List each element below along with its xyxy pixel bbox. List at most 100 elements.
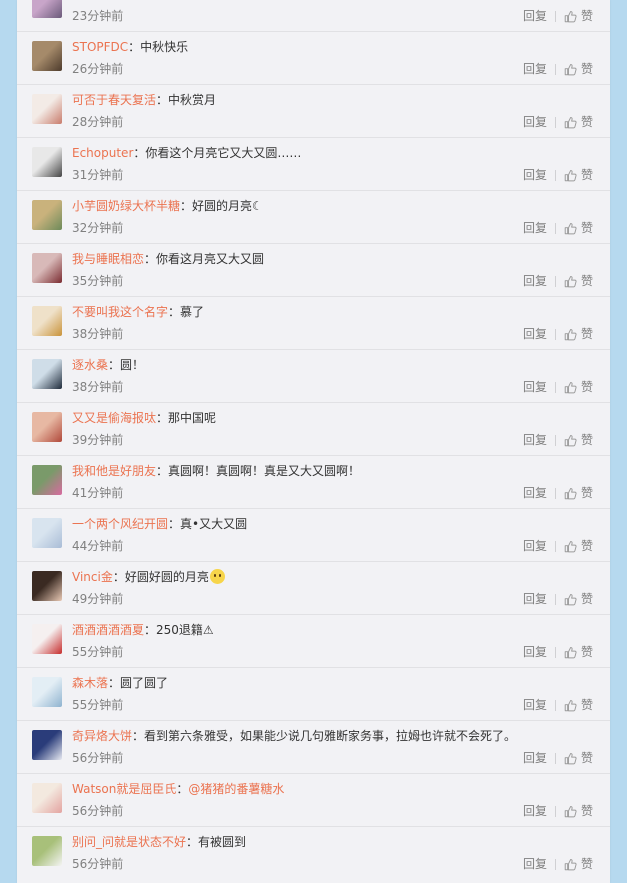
avatar[interactable] bbox=[32, 518, 62, 548]
comment-actions: 回复 赞 bbox=[523, 432, 593, 448]
comment-text: 圆了圆了 bbox=[120, 676, 169, 690]
comment-timestamp: 55分钟前 bbox=[72, 645, 124, 659]
like-button[interactable]: 赞 bbox=[564, 220, 593, 236]
like-button[interactable]: 赞 bbox=[564, 8, 593, 24]
like-button[interactable]: 赞 bbox=[564, 697, 593, 713]
reply-button[interactable]: 回复 bbox=[523, 114, 547, 130]
avatar[interactable] bbox=[32, 253, 62, 283]
reply-button[interactable]: 回复 bbox=[523, 379, 547, 395]
comment-username[interactable]: 小芋圆奶绿大杯半糖 bbox=[72, 199, 180, 213]
comment-username[interactable]: 又又是偷海报呔 bbox=[72, 411, 156, 425]
comment-timestamp: 56分钟前 bbox=[72, 804, 124, 818]
reply-button[interactable]: 回复 bbox=[523, 8, 547, 24]
reply-button[interactable]: 回复 bbox=[523, 167, 547, 183]
like-button[interactable]: 赞 bbox=[564, 114, 593, 130]
like-button[interactable]: 赞 bbox=[564, 485, 593, 501]
reply-button[interactable]: 回复 bbox=[523, 326, 547, 342]
comment-username[interactable]: Echoputer bbox=[72, 146, 133, 160]
avatar[interactable] bbox=[32, 836, 62, 866]
comment-username[interactable]: 别问_问就是状态不好 bbox=[72, 835, 186, 849]
reply-button[interactable]: 回复 bbox=[523, 856, 547, 872]
reply-button[interactable]: 回复 bbox=[523, 644, 547, 660]
comment-text: 那中国呢 bbox=[168, 411, 217, 425]
reply-button[interactable]: 回复 bbox=[523, 750, 547, 766]
thumbs-up-icon bbox=[564, 275, 581, 288]
action-divider bbox=[554, 381, 556, 393]
avatar[interactable] bbox=[32, 359, 62, 389]
comment-text: 中秋赏月 bbox=[168, 93, 217, 107]
like-button[interactable]: 赞 bbox=[564, 803, 593, 819]
reply-button[interactable]: 回复 bbox=[523, 697, 547, 713]
reply-button[interactable]: 回复 bbox=[523, 538, 547, 554]
comment-username[interactable]: Vinci金 bbox=[72, 570, 113, 584]
reply-button[interactable]: 回复 bbox=[523, 485, 547, 501]
avatar[interactable] bbox=[32, 571, 62, 601]
comment-username[interactable]: 我和他是好朋友 bbox=[72, 464, 156, 478]
moon-emoji-icon: ☾ bbox=[252, 199, 263, 213]
like-button[interactable]: 赞 bbox=[564, 644, 593, 660]
avatar[interactable] bbox=[32, 0, 62, 18]
like-label: 赞 bbox=[580, 221, 593, 235]
avatar[interactable] bbox=[32, 783, 62, 813]
comment-item: 森木落：圆了圆了 55分钟前 回复 赞 bbox=[17, 668, 610, 721]
comment-username[interactable]: 不要叫我这个名字 bbox=[72, 305, 168, 319]
avatar[interactable] bbox=[32, 147, 62, 177]
like-button[interactable]: 赞 bbox=[564, 591, 593, 607]
comment-mention[interactable]: @猪猪的番薯糖水 bbox=[188, 782, 284, 796]
comment-username[interactable]: 可否于春天复活 bbox=[72, 93, 156, 107]
comment-username[interactable]: 逐水桑 bbox=[72, 358, 108, 372]
like-label: 赞 bbox=[580, 274, 593, 288]
thumbs-up-icon bbox=[564, 593, 581, 606]
comment-username[interactable]: STOPFDC bbox=[72, 40, 128, 54]
smiley-emoji-icon bbox=[209, 569, 225, 584]
comment-username[interactable]: 酒酒酒酒酒夏 bbox=[72, 623, 144, 637]
avatar[interactable] bbox=[32, 677, 62, 707]
like-button[interactable]: 赞 bbox=[564, 856, 593, 872]
avatar[interactable] bbox=[32, 465, 62, 495]
like-button[interactable]: 赞 bbox=[564, 273, 593, 289]
like-button[interactable]: 赞 bbox=[564, 61, 593, 77]
comment-text: 好圆好圆的月亮 bbox=[124, 570, 209, 584]
avatar[interactable] bbox=[32, 412, 62, 442]
avatar[interactable] bbox=[32, 730, 62, 760]
comment-separator: ： bbox=[112, 570, 125, 584]
comment-actions: 回复 赞 bbox=[523, 538, 593, 554]
reply-button[interactable]: 回复 bbox=[523, 803, 547, 819]
comment-separator: ： bbox=[168, 305, 181, 319]
thumbs-up-icon bbox=[564, 63, 581, 76]
like-label: 赞 bbox=[580, 327, 593, 341]
comment-username[interactable]: Watson就是屈臣氏 bbox=[72, 782, 176, 796]
reply-button[interactable]: 回复 bbox=[523, 432, 547, 448]
comment-actions: 回复 赞 bbox=[523, 326, 593, 342]
like-button[interactable]: 赞 bbox=[564, 432, 593, 448]
avatar[interactable] bbox=[32, 200, 62, 230]
comment-item: Vinci金：好圆好圆的月亮 49分钟前 回复赞 bbox=[17, 562, 610, 615]
avatar[interactable] bbox=[32, 41, 62, 71]
comment-item: 酒酒酒酒酒夏：250退籍⚠ 55分钟前 回复 赞 bbox=[17, 615, 610, 668]
like-button[interactable]: 赞 bbox=[564, 538, 593, 554]
like-label: 赞 bbox=[580, 804, 593, 818]
comment-username[interactable]: 我与睡眠相恋 bbox=[72, 252, 144, 266]
like-button[interactable]: 赞 bbox=[564, 326, 593, 342]
reply-button[interactable]: 回复 bbox=[523, 61, 547, 77]
comment-timestamp: 23分钟前 bbox=[72, 9, 124, 23]
like-button[interactable]: 赞 bbox=[564, 379, 593, 395]
avatar[interactable] bbox=[32, 94, 62, 124]
comment-username[interactable]: 一个两个风纪开圆 bbox=[72, 517, 168, 531]
comment-item: 我和他是好朋友：真圆啊！真圆啊！真是又大又圆啊！ 41分钟前 回复 赞 bbox=[17, 456, 610, 509]
avatar[interactable] bbox=[32, 306, 62, 336]
comment-separator: ： bbox=[108, 358, 121, 372]
comment-username[interactable]: 奇异烙大饼 bbox=[72, 729, 132, 743]
like-button[interactable]: 赞 bbox=[564, 750, 593, 766]
reply-button[interactable]: 回复 bbox=[523, 273, 547, 289]
avatar[interactable] bbox=[32, 624, 62, 654]
thumbs-up-icon bbox=[564, 646, 581, 659]
like-button[interactable]: 赞 bbox=[564, 167, 593, 183]
comment-username[interactable]: 森木落 bbox=[72, 676, 108, 690]
reply-button[interactable]: 回复 bbox=[523, 220, 547, 236]
comment-actions: 回复 赞 bbox=[523, 803, 593, 819]
action-divider bbox=[554, 752, 556, 764]
comment-username[interactable]: 硬买然无是 bbox=[72, 0, 132, 1]
reply-button[interactable]: 回复 bbox=[523, 591, 547, 607]
action-divider bbox=[554, 169, 556, 181]
